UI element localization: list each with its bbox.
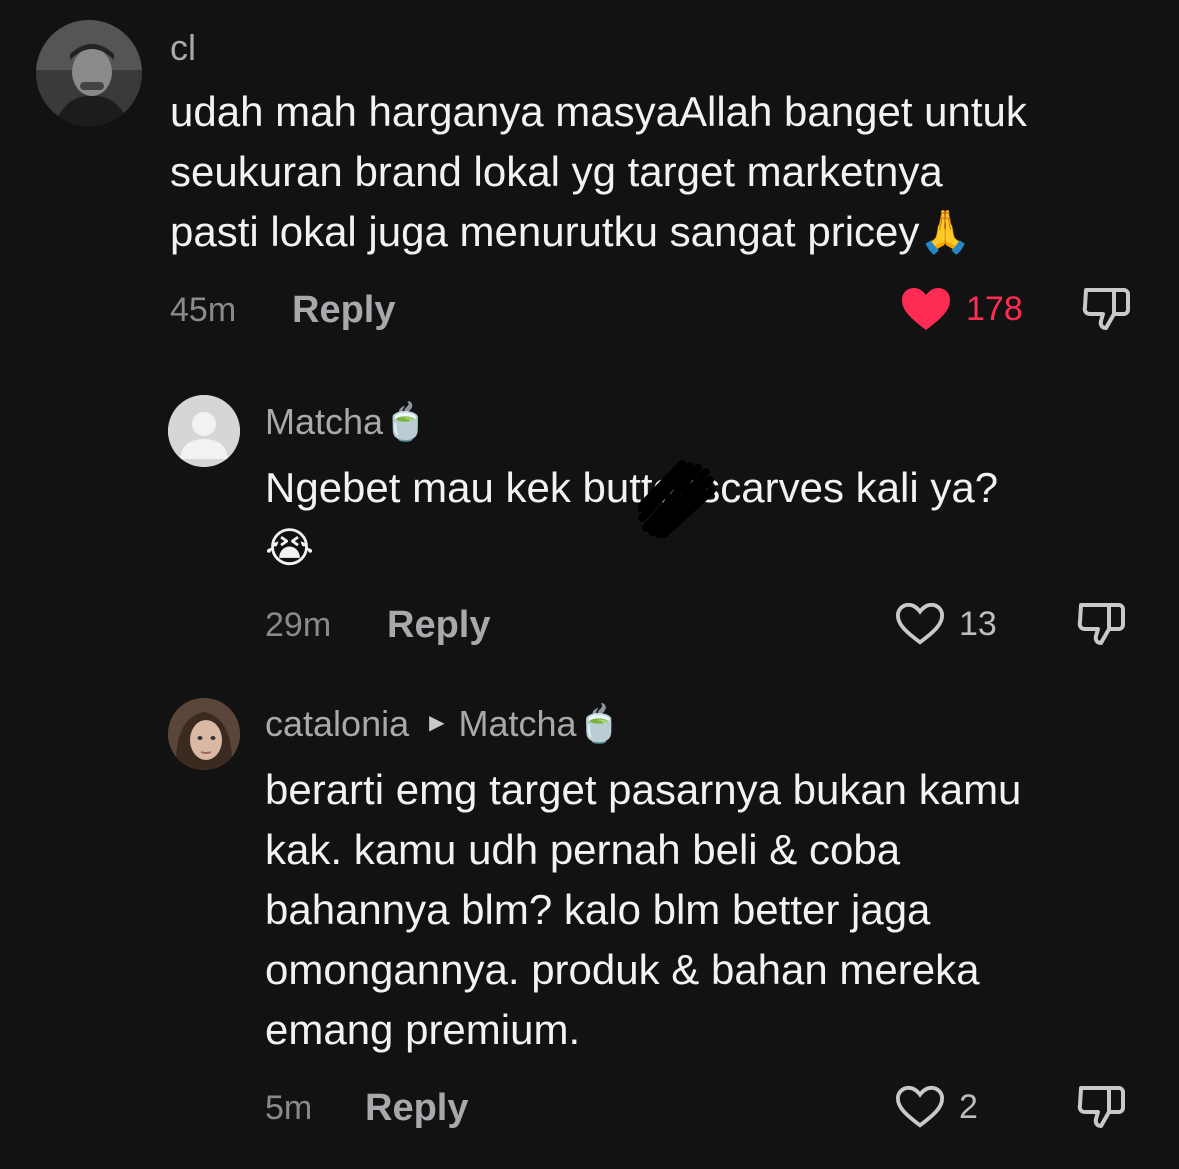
avatar[interactable] (168, 698, 240, 770)
comment-username[interactable]: Matcha🍵 (265, 404, 428, 440)
like-count: 178 (966, 289, 1023, 328)
avatar[interactable] (168, 395, 240, 467)
thumbs-down-icon (1082, 288, 1130, 330)
comment-text: udah mah harganya masyaAllah banget untu… (170, 88, 1027, 255)
reply-button[interactable]: Reply (387, 605, 490, 645)
default-avatar-icon (168, 395, 240, 467)
thumbs-down-icon (1077, 603, 1125, 645)
reply-arrow-icon: ▶ (429, 712, 445, 735)
like-button[interactable]: 178 (900, 286, 1023, 332)
comment-actions: 5m Reply 2 (265, 1085, 1145, 1128)
like-count: 13 (959, 604, 997, 643)
thumbs-down-icon (1077, 1086, 1125, 1128)
avatar[interactable] (36, 20, 142, 126)
like-button[interactable]: 2 (895, 1084, 978, 1130)
comment-actions: 45m Reply 178 (170, 288, 1150, 330)
heart-outline-icon (895, 1085, 945, 1128)
comment-timestamp: 45m (170, 291, 237, 329)
comment-username[interactable]: cl (170, 30, 196, 66)
reply-author[interactable]: catalonia (265, 703, 409, 744)
comment-text: Ngebet mau kek buttonscarves kali ya? 😭 (265, 464, 999, 571)
reply-button[interactable]: Reply (365, 1088, 468, 1128)
comment-timestamp: 29m (265, 606, 332, 644)
comment-text: berarti emg target pasarnya bukan kamu k… (265, 766, 1022, 1053)
like-count: 2 (959, 1087, 978, 1126)
avatar-photo-icon (168, 698, 240, 770)
like-button[interactable]: 13 (895, 601, 997, 647)
comment-username: catalonia ▶ Matcha🍵 (265, 706, 621, 742)
heart-filled-icon (902, 288, 950, 330)
comment-timestamp: 5m (265, 1089, 313, 1127)
reply-to-username[interactable]: Matcha🍵 (459, 703, 622, 744)
comment-actions: 29m Reply 13 (265, 602, 1145, 645)
dislike-button[interactable] (1075, 597, 1127, 654)
reply-button[interactable]: Reply (292, 290, 395, 330)
dislike-button[interactable] (1080, 282, 1132, 339)
heart-outline-icon (895, 602, 945, 645)
avatar-photo-icon (36, 20, 142, 126)
dislike-button[interactable] (1075, 1080, 1127, 1137)
